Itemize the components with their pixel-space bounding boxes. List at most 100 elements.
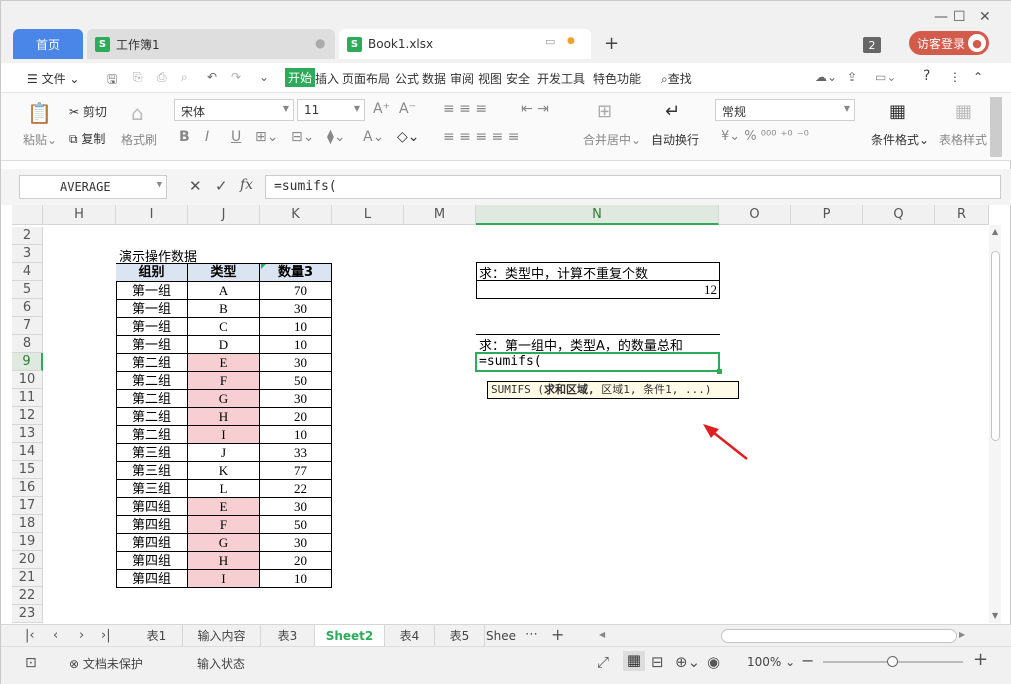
align-left-icon[interactable]: ≡ ≡ ≡ ≡ ≡	[443, 129, 519, 145]
sheet-tab-sheet2[interactable]: Sheet2	[315, 625, 385, 647]
font-size-select[interactable]: 11 ▼	[297, 99, 365, 121]
row-header[interactable]: 11	[12, 389, 43, 407]
question1-label[interactable]: 求：类型中，计算不重复个数	[479, 263, 648, 282]
menu-special[interactable]: 特色功能	[593, 70, 641, 87]
group-cell[interactable]: 第二组	[116, 354, 188, 372]
quantity-cell[interactable]: 22	[260, 480, 332, 498]
share-icon[interactable]: ⇪	[847, 70, 857, 84]
group-cell[interactable]: 第一组	[116, 336, 188, 354]
quantity-cell[interactable]: 30	[260, 498, 332, 516]
group-cell[interactable]: 第二组	[116, 426, 188, 444]
type-cell[interactable]: J	[188, 444, 260, 462]
login-button[interactable]: 访客登录 ●	[909, 31, 989, 55]
horizontal-scroll-thumb[interactable]	[721, 629, 957, 643]
row-header[interactable]: 9	[12, 353, 43, 371]
row-header[interactable]: 19	[12, 533, 43, 551]
clear-icon[interactable]: ◇⌄	[397, 129, 420, 145]
help-icon[interactable]: ?	[923, 68, 930, 84]
paste-button[interactable]: 粘贴⌄	[23, 131, 57, 148]
quantity-cell[interactable]: 10	[260, 318, 332, 336]
group-cell[interactable]: 第一组	[116, 282, 188, 300]
type-cell[interactable]: G	[188, 390, 260, 408]
row-header[interactable]: 22	[12, 587, 43, 605]
group-cell[interactable]: 第四组	[116, 516, 188, 534]
group-cell[interactable]: 第四组	[116, 498, 188, 516]
group-cell[interactable]: 第二组	[116, 390, 188, 408]
protect-status[interactable]: ⊗ 文档未保护	[69, 655, 143, 672]
save-icon[interactable]: 🖫	[107, 70, 117, 91]
col-header-q[interactable]: Q	[863, 205, 935, 225]
row-header[interactable]: 2	[12, 227, 43, 245]
fill-handle[interactable]	[717, 369, 722, 374]
zoom-slider-handle[interactable]	[887, 656, 898, 667]
more-options-icon[interactable]: ⋮	[949, 70, 961, 84]
row-header[interactable]: 8	[12, 335, 43, 353]
table-header-cell[interactable]: 组别	[116, 264, 188, 282]
prev-sheet-icon[interactable]: ‹	[53, 628, 58, 643]
table-header-cell[interactable]: 类型	[188, 264, 260, 282]
type-cell[interactable]: B	[188, 300, 260, 318]
paste-icon[interactable]: 📋	[27, 101, 52, 125]
menu-start[interactable]: 开始	[285, 68, 316, 87]
row-header[interactable]: 6	[12, 299, 43, 317]
row-header[interactable]: 13	[12, 425, 43, 443]
zoom-in-icon[interactable]: +	[973, 649, 988, 670]
row-header[interactable]: 14	[12, 443, 43, 461]
fullscreen-icon[interactable]: ⤢	[597, 653, 609, 671]
minimize-icon[interactable]: —	[934, 9, 948, 25]
type-cell[interactable]: H	[188, 408, 260, 426]
menu-insert[interactable]: 插入	[315, 70, 339, 87]
row-header[interactable]: 5	[12, 281, 43, 299]
type-cell[interactable]: C	[188, 318, 260, 336]
col-header-i[interactable]: I	[116, 205, 188, 225]
name-box[interactable]: AVERAGE ▼	[19, 175, 167, 199]
font-color-icon[interactable]: A⌄	[363, 129, 384, 145]
tab-home[interactable]: 首页	[13, 29, 83, 59]
eye-protect-icon[interactable]: ◉	[707, 653, 720, 671]
type-cell[interactable]: E	[188, 354, 260, 372]
zoom-level[interactable]: 100% ⌄	[747, 655, 795, 669]
tab-workbook1[interactable]: S 工作簿1 ●	[87, 29, 335, 59]
group-cell[interactable]: 第一组	[116, 300, 188, 318]
conditional-format-icon[interactable]: ▦	[889, 101, 906, 122]
type-cell[interactable]: L	[188, 480, 260, 498]
quantity-cell[interactable]: 33	[260, 444, 332, 462]
row-header[interactable]: 16	[12, 479, 43, 497]
table-header-cell[interactable]: 数量3	[260, 264, 332, 282]
col-header-o[interactable]: O	[719, 205, 791, 225]
normal-view-icon[interactable]: ▦	[623, 651, 645, 671]
menu-data[interactable]: 数据	[422, 70, 446, 87]
tab-close-dot-icon[interactable]: ●	[315, 36, 325, 50]
next-sheet-icon[interactable]: ›	[79, 628, 84, 643]
sheet-tab-truncated[interactable]: Shee	[485, 625, 517, 647]
macro-icon[interactable]: ⊡	[25, 655, 37, 671]
italic-icon[interactable]: I	[205, 129, 209, 145]
quantity-cell[interactable]: 70	[260, 282, 332, 300]
last-sheet-icon[interactable]: ›|	[101, 628, 111, 643]
sheet-tab-5[interactable]: 表5	[435, 625, 485, 647]
format-painter-button[interactable]: 格式刷	[121, 131, 157, 148]
tab-book1-xlsx[interactable]: S Book1.xlsx ▭ ●	[339, 29, 591, 59]
type-cell[interactable]: F	[188, 372, 260, 390]
type-cell[interactable]: G	[188, 534, 260, 552]
increase-font-icon[interactable]: A⁺	[373, 101, 390, 117]
hscroll-right-icon[interactable]: ▶	[959, 630, 965, 639]
type-cell[interactable]: F	[188, 516, 260, 534]
row-header[interactable]: 15	[12, 461, 43, 479]
row-header[interactable]: 12	[12, 407, 43, 425]
quantity-cell[interactable]: 50	[260, 516, 332, 534]
active-cell-n9[interactable]: =sumifs(	[475, 352, 722, 374]
hscroll-left-icon[interactable]: ◀	[599, 630, 605, 639]
quantity-cell[interactable]: 10	[260, 426, 332, 444]
first-sheet-icon[interactable]: |‹	[25, 628, 35, 643]
cloud-icon[interactable]: ☁⌄	[815, 70, 837, 84]
page-layout-view-icon[interactable]: ⊕⌄	[675, 653, 700, 671]
quantity-cell[interactable]: 77	[260, 462, 332, 480]
cancel-formula-icon[interactable]: ✕	[189, 177, 202, 195]
col-header-m[interactable]: M	[404, 205, 476, 225]
add-sheet-icon[interactable]: +	[551, 625, 564, 644]
more-sheets-icon[interactable]: ⋯	[525, 627, 538, 642]
window-count-badge[interactable]: 2	[863, 37, 881, 53]
row-header[interactable]: 20	[12, 551, 43, 569]
group-cell[interactable]: 第一组	[116, 318, 188, 336]
